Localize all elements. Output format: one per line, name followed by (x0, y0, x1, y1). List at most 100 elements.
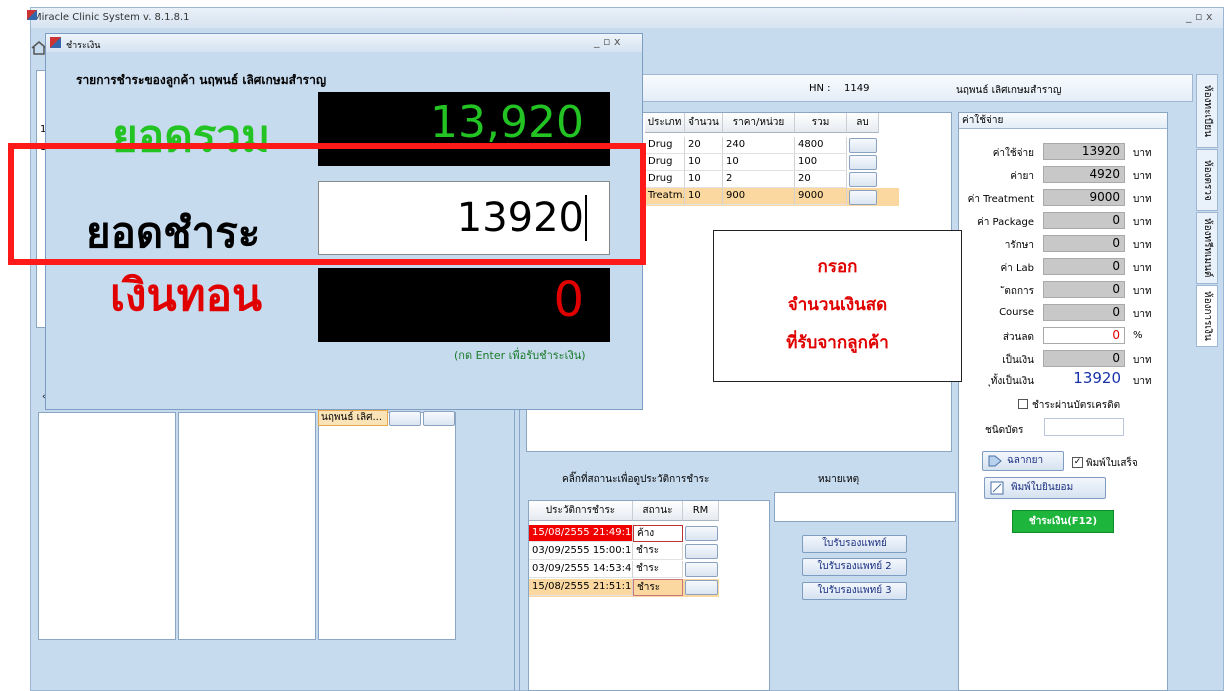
medical-cert-button-1[interactable]: ใบรับรองแพทย์ (802, 535, 907, 553)
medical-cert-button-2[interactable]: ใบรับรองแพทย์ 2 (802, 558, 907, 576)
credit-card-checkbox[interactable] (1018, 399, 1028, 409)
dialog-title: ชำระเงิน (66, 41, 101, 51)
expense-value: 9000 (1043, 189, 1125, 206)
callout-line-1: กรอก (817, 257, 858, 277)
item-delete-button[interactable] (849, 172, 877, 187)
queue-panel-1 (38, 412, 176, 640)
item-price: 2 (723, 171, 795, 188)
credit-card-label: ชำระผ่านบัตรเครดิต (1032, 400, 1121, 411)
item-total: 9000 (795, 188, 847, 205)
tab-treatment[interactable]: ห้องทรีทเมนต์ (1196, 212, 1218, 284)
expense-header: ค่าใช้จ่าย (959, 113, 1167, 129)
expense-value: 0 (1043, 258, 1125, 275)
expense-unit: บาท (1133, 355, 1152, 366)
expense-label: ค่า Treatment (967, 194, 1034, 205)
history-status[interactable]: ค้าง (633, 525, 683, 542)
expense-unit: บาท (1133, 376, 1152, 387)
card-type-input[interactable] (1044, 418, 1124, 436)
expense-value: 0 (1043, 281, 1125, 298)
main-window-title: Miracle Clinic System v. 8.1.8.1 (33, 12, 190, 23)
expense-unit: บาท (1133, 217, 1152, 228)
print-receipt-checkbox[interactable]: ✓ (1072, 457, 1083, 468)
expense-unit: บาท (1133, 263, 1152, 274)
items-col-qty[interactable]: จำนวน (685, 113, 723, 133)
item-price: 900 (723, 188, 795, 205)
instruction-callout: กรอก จำนวนเงินสด ที่รับจากลูกค้า (713, 230, 962, 382)
history-col-rm[interactable]: RM (683, 501, 719, 521)
history-rm-button[interactable] (685, 562, 718, 577)
item-qty: 20 (685, 137, 723, 154)
print-consent-button[interactable]: พิมพ์ใบยินยอม (984, 477, 1106, 499)
note-input[interactable] (774, 492, 956, 522)
expense-value[interactable]: 0 (1043, 327, 1125, 344)
items-col-delete[interactable]: ลบ (847, 113, 879, 133)
items-col-price[interactable]: ราคา/หน่วย (723, 113, 795, 133)
history-date: 03/09/2555 15:00:18 (529, 543, 633, 560)
history-col-date[interactable]: ประวัติการชำระ (529, 501, 633, 521)
items-col-total[interactable]: รวม (795, 113, 847, 133)
dialog-title-bar: ชำระเงิน _ ▫ x (46, 34, 642, 52)
expense-unit: บาท (1133, 148, 1152, 159)
item-qty: 10 (685, 188, 723, 205)
item-type: Drug (645, 137, 685, 154)
tab-finance[interactable]: ห้องการเงิน (1196, 285, 1218, 347)
pay-button[interactable]: ชำระเงิน(F12) (1012, 510, 1114, 533)
history-rm-button[interactable] (685, 544, 718, 559)
item-delete-button[interactable] (849, 155, 877, 170)
card-type-label: ชนิดบัตร (985, 425, 1024, 436)
callout-line-3: ที่รับจากลูกค้า (786, 333, 889, 353)
app-logo-icon (27, 10, 37, 20)
items-col-type[interactable]: ประเภท (645, 113, 685, 133)
hn-value: 1149 (844, 83, 870, 94)
change-amount: 0 (318, 268, 610, 342)
queue-patient-cell[interactable]: นฤพนธ์ เลิศ... (318, 410, 388, 426)
main-window-controls[interactable]: _ ▫ x (1186, 10, 1212, 23)
tab-examination[interactable]: ห้องตรวจ (1196, 149, 1218, 211)
history-col-status[interactable]: สถานะ (633, 501, 683, 521)
expense-unit: % (1133, 330, 1143, 341)
history-status[interactable]: ชำระ (633, 543, 683, 560)
item-price: 240 (723, 137, 795, 154)
history-caption: คลิ๊กที่สถานะเพื่อดูประวัติการชำระ (562, 474, 710, 485)
drug-label-button[interactable]: ฉลากยา (982, 451, 1064, 471)
queue-panel-2 (178, 412, 316, 640)
queue-button-1[interactable] (389, 411, 421, 426)
expense-unit: บาท (1133, 240, 1152, 251)
highlight-rectangle (8, 143, 646, 265)
history-status[interactable]: ชำระ (633, 579, 683, 596)
patient-name: นฤพนธ์ เลิศเกษมสำราญ (956, 85, 1062, 96)
history-rm-button[interactable] (685, 526, 718, 541)
item-type: Treatm... (645, 188, 685, 205)
expense-value: 4920 (1043, 166, 1125, 183)
expense-value: 0 (1043, 350, 1125, 367)
history-status[interactable]: ชำระ (633, 561, 683, 578)
expense-value: 0 (1043, 235, 1125, 252)
item-type: Drug (645, 154, 685, 171)
expense-value: 0 (1043, 304, 1125, 321)
medical-cert-button-3[interactable]: ใบรับรองแพทย์ 3 (802, 582, 907, 600)
print-consent-text: พิมพ์ใบยินยอม (1011, 482, 1074, 493)
history-rm-button[interactable] (685, 580, 718, 595)
history-date: 15/08/2555 21:51:12 (529, 579, 633, 596)
history-table: ประวัติการชำระ สถานะ RM 15/08/2555 21:49… (528, 500, 770, 691)
tab-registration[interactable]: ห้องทะเบียน (1196, 74, 1218, 148)
item-price: 10 (723, 154, 795, 171)
document-icon (990, 481, 1004, 503)
enter-hint: (กด Enter เพื่อรับชำระเงิน) (454, 349, 586, 362)
dialog-window-controls[interactable]: _ ▫ x (594, 35, 620, 48)
item-qty: 10 (685, 154, 723, 171)
expense-unit: บาท (1133, 309, 1152, 320)
item-delete-button[interactable] (849, 138, 877, 153)
callout-line-2: จำนวนเงินสด (787, 295, 888, 315)
queue-button-2[interactable] (423, 411, 455, 426)
history-date: 03/09/2555 14:53:45 (529, 561, 633, 578)
item-total: 4800 (795, 137, 847, 154)
expense-unit: บาท (1133, 171, 1152, 182)
history-date: 15/08/2555 21:49:14 (529, 525, 633, 542)
hn-label: HN : (809, 83, 831, 94)
item-qty: 10 (685, 171, 723, 188)
expense-label: ค่าใช้จ่าย (992, 148, 1034, 159)
note-label: หมายเหตุ (818, 474, 860, 485)
item-delete-button[interactable] (849, 190, 877, 205)
print-receipt-label: พิมพ์ใบเสร็จ (1086, 458, 1138, 469)
